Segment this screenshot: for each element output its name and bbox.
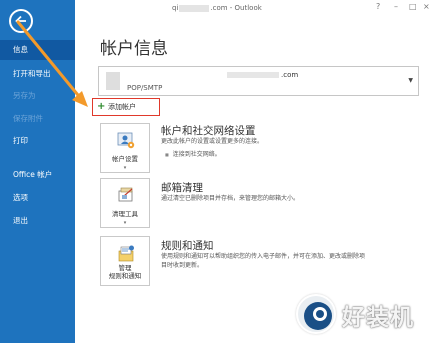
add-account-label: 添加帐户 [108,103,136,111]
sidebar-item-open-export[interactable]: 打开和导出 [0,64,75,84]
plus-icon: + [97,101,106,112]
redacted-email [179,4,210,12]
add-account-button[interactable]: + 添加帐户 [92,98,160,116]
window-title: qi .com - Outlook [172,4,262,12]
minimize-button[interactable]: – [394,2,398,11]
manage-rules-label-2: 规则和通知 [108,272,142,280]
account-settings-icon [117,132,135,149]
page-title: 帐户信息 [100,39,168,59]
account-email-suffix: .com [281,71,299,79]
back-arrow-icon[interactable] [9,9,33,33]
watermark-logo-icon [296,294,336,334]
cleanup-tools-button[interactable]: 清理工具 ▾ [100,178,150,228]
window-title-suffix: .com - Outlook [210,4,262,12]
section-desc-cleanup: 通过清空已删除项目并存档，来管理您的邮箱大小。 [161,195,300,202]
restore-button[interactable]: □ [409,2,417,11]
section-bullet-social: 连接到社交网络。 [165,149,221,158]
cleanup-tools-icon [118,187,133,202]
sidebar-item-exit[interactable]: 退出 [0,211,75,231]
help-button[interactable]: ? [376,2,380,11]
watermark: 好装机 [296,292,430,338]
rules-alerts-icon [118,245,134,262]
section-desc-account: 更改此帐户的设置或设置更多的连接。 [161,138,264,145]
account-settings-label: 帐户设置 [112,155,138,163]
backstage-sidebar: 信息 打开和导出 另存为 保存附件 打印 Office 帐户 选项 退出 [0,0,75,343]
sidebar-item-save-attachments[interactable]: 保存附件 [0,109,75,129]
account-avatar [106,72,120,90]
cleanup-tools-label: 清理工具 [112,210,138,218]
sidebar-item-save-as[interactable]: 另存为 [0,86,75,106]
manage-rules-button[interactable]: 管理 规则和通知 [100,236,150,286]
manage-rules-label-1: 管理 [118,264,132,272]
account-selector[interactable]: .com POP/SMTP ▼ [98,66,419,96]
sidebar-item-options[interactable]: 选项 [0,188,75,208]
account-email: .com [227,71,298,79]
section-heading-rules: 规则和通知 [161,240,214,252]
sidebar-item-office-account[interactable]: Office 帐户 [0,165,75,185]
close-button[interactable]: × [423,2,430,11]
sidebar-item-info[interactable]: 信息 [0,40,75,60]
chevron-down-icon[interactable]: ▼ [408,77,413,84]
section-desc-rules-1: 使用规则和通知可以帮助组织您的传入电子邮件，并可在添加、更改或删除项 [161,253,366,260]
window-title-prefix: qi [172,4,179,12]
chevron-down-icon: ▾ [123,220,127,226]
watermark-text: 好装机 [342,305,414,331]
account-settings-button[interactable]: 帐户设置 ▾ [100,123,150,173]
redacted-email [227,72,279,78]
account-type: POP/SMTP [127,84,163,92]
section-heading-account: 帐户和社交网络设置 [161,125,256,137]
section-desc-rules-2: 目时收到更新。 [161,262,204,269]
section-heading-cleanup: 邮箱清理 [161,182,203,194]
sidebar-item-print[interactable]: 打印 [0,131,75,151]
chevron-down-icon: ▾ [123,165,127,171]
